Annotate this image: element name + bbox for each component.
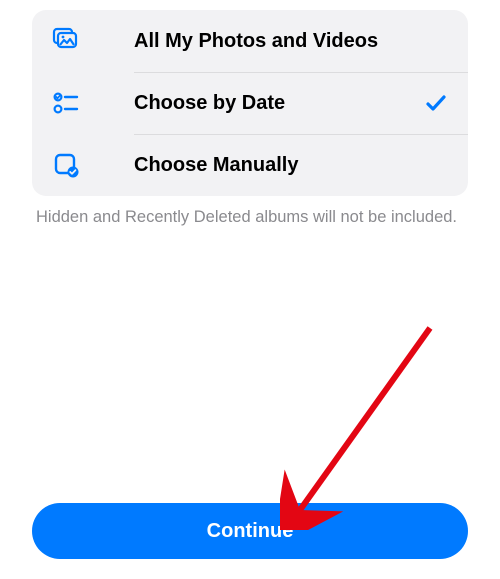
footer-note: Hidden and Recently Deleted albums will … [36,206,464,228]
manual-select-icon [50,150,82,180]
continue-label: Continue [207,520,294,543]
checklist-icon [50,88,82,118]
option-label: All My Photos and Videos [134,30,422,53]
option-label: Choose by Date [134,92,422,115]
options-list: All My Photos and Videos Choose by Date [32,10,468,196]
option-all-photos[interactable]: All My Photos and Videos [32,10,468,72]
option-choose-by-date[interactable]: Choose by Date [32,72,468,134]
annotation-arrow-icon [280,320,440,530]
checkmark-icon [422,91,450,115]
continue-button[interactable]: Continue [32,503,468,559]
option-label: Choose Manually [134,154,422,177]
photos-icon [50,26,82,56]
option-choose-manually[interactable]: Choose Manually [32,134,468,196]
